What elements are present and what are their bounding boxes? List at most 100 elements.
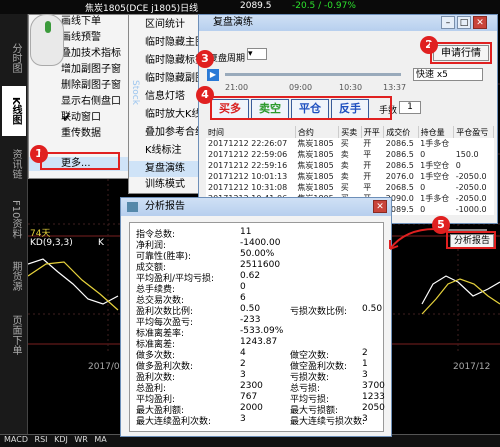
col-time: 时间	[206, 126, 296, 138]
table-cell: 平	[363, 183, 372, 192]
report-highlight-box	[446, 231, 496, 249]
date-label-right: 2017/12	[453, 362, 491, 372]
col-pnl: 平仓盈亏	[453, 126, 494, 138]
tab-f10[interactable]: F10资料	[2, 192, 26, 246]
left-tab-bar: 分时图 K线图 资讯链 F10资料 期货源 页面下单	[0, 14, 28, 434]
table-cell: 1手空仓	[420, 172, 450, 181]
symbol-title: 焦炭1805(DCE j1805)日线	[85, 4, 199, 14]
menu-item-delete-subchart[interactable]: 删除副图子窗	[29, 79, 139, 93]
speed-select[interactable]: 快速 x5	[413, 68, 483, 81]
k-series-label: K	[98, 238, 104, 248]
report-value: 4	[240, 348, 246, 358]
report-value: 1243.87	[240, 337, 278, 347]
report-value: -233	[240, 315, 261, 325]
table-row[interactable]: 20171212 22:59:06 焦炭1805 卖 平 2086.5 0 150.0	[206, 149, 494, 160]
maximize-button[interactable]: □	[457, 16, 471, 29]
submenu-item-zoom-kline[interactable]: 临时放大K线	[129, 107, 207, 123]
menu-item-reload-data[interactable]: 重传数据	[29, 127, 139, 141]
report-value: 3	[362, 414, 368, 424]
progress-slider[interactable]	[225, 73, 401, 76]
table-row[interactable]: 20171212 22:59:16 焦炭1805 卖 开 2086.5 1手空仓 0	[206, 160, 494, 171]
col-contract: 合约	[295, 126, 340, 138]
table-cell: 20171212 10:01:13	[208, 172, 288, 181]
report-value: 6	[240, 293, 246, 303]
report-value: 0.50	[240, 304, 261, 314]
table-cell: 开	[363, 161, 372, 170]
analysis-report-window: 分析报告 ✕ 指令总数: 11 净利润: -1400.00 可靠性(胜率): 50.00%…	[120, 197, 392, 437]
submenu-item-training[interactable]: 训练模式	[129, 177, 207, 193]
report-value: 3	[240, 414, 246, 424]
table-cell: 150.0	[455, 150, 479, 159]
tab-intraday[interactable]: 分时图	[2, 32, 26, 84]
tab-kdj[interactable]: KDJ	[54, 435, 68, 444]
report-value: 3700	[362, 381, 385, 391]
table-cell: 0	[455, 161, 461, 170]
tab-macd[interactable]: MACD	[4, 435, 28, 444]
table-header: 时间 合约 买卖 开平 成交价 持仓量 平仓盈亏	[206, 126, 494, 138]
report-value: 767	[240, 392, 258, 402]
table-cell: 买	[340, 183, 349, 192]
report-value: 11	[240, 227, 252, 237]
close-button[interactable]: ✕	[473, 16, 487, 29]
report-value: 2000	[240, 403, 263, 413]
table-cell: -2050.0	[455, 172, 487, 181]
report-value: 1	[362, 359, 368, 369]
price-change: -20.5 / -0.97%	[292, 1, 356, 11]
play-icon[interactable]: ▶	[207, 69, 219, 81]
minimize-button[interactable]: –	[441, 16, 455, 29]
report-body: 指令总数: 11 净利润: -1400.00 可靠性(胜率): 50.00% 成交额: 251…	[129, 222, 385, 432]
table-cell: 2086.5	[385, 161, 414, 170]
trading-app: 焦炭1805(DCE j1805)日线 2089.5 -20.5 / -0.97…	[0, 0, 500, 447]
table-row[interactable]: 20171212 10:01:13 焦炭1805 卖 开 2076.0 1手空仓 -2050…	[206, 171, 494, 182]
tab-ma[interactable]: MA	[94, 435, 106, 444]
report-value: -533.09%	[240, 326, 284, 336]
table-cell: 焦炭1805	[297, 139, 334, 148]
report-close-button[interactable]: ✕	[373, 200, 387, 213]
report-title: 分析报告	[121, 198, 391, 216]
submenu-item-replay[interactable]: 复盘演练	[129, 161, 207, 177]
menu-item-show-orderbook[interactable]: 显示右侧盘口	[29, 95, 139, 109]
lots-input[interactable]: 1	[399, 101, 421, 114]
table-row[interactable]: 20171212 22:26:07 焦炭1805 买 开 2086.5 1手多仓	[206, 138, 494, 149]
table-cell: 2086.5	[385, 139, 414, 148]
time-tick-4: 13:37	[383, 83, 407, 92]
tab-page-order[interactable]: 页面下单	[2, 306, 26, 364]
tab-futures-source[interactable]: 期货源	[2, 250, 26, 302]
report-label: 最大连续盈利次数:	[136, 417, 212, 427]
mouse-icon	[30, 14, 64, 66]
tab-rsi[interactable]: RSI	[35, 435, 48, 444]
report-value: 0	[240, 282, 246, 292]
report-value: 2050	[362, 403, 385, 413]
cycle-select[interactable]: ▾	[247, 48, 267, 60]
time-tick-3: 10:30	[339, 83, 363, 92]
table-cell: 2068.5	[385, 183, 414, 192]
table-cell: 2086.5	[385, 150, 414, 159]
table-cell: 20171212 22:59:16	[208, 161, 288, 170]
submenu-item-range-stats[interactable]: 区间统计	[129, 17, 207, 33]
tab-wr[interactable]: WR	[74, 435, 87, 444]
tab-kline[interactable]: K线图	[2, 86, 26, 136]
submenu-item-hide-main[interactable]: 临时隐藏主图	[129, 35, 207, 51]
cycle-label: 复盘周期	[209, 54, 246, 64]
table-cell: 0	[420, 183, 426, 192]
step-marker-4: 4	[196, 86, 214, 104]
submenu-item-kline-annotate[interactable]: K线标注	[129, 143, 207, 159]
table-cell: 2076.0	[385, 172, 414, 181]
report-window-icon	[127, 202, 138, 212]
request-highlight-box	[430, 42, 492, 64]
submenu-item-overlay-ref[interactable]: 叠加参考合约	[129, 125, 207, 141]
report-value: 3	[362, 370, 368, 380]
report-value: 2	[240, 359, 246, 369]
table-row[interactable]: 20171212 10:31:08 焦炭1805 买 平 2068.5 0 -2050.0	[206, 182, 494, 193]
report-value: -1400.00	[240, 238, 281, 248]
step-marker-3: 3	[196, 50, 214, 68]
table-cell: 焦炭1805	[297, 183, 334, 192]
tab-news[interactable]: 资讯链	[2, 138, 26, 190]
submenu-item-hide-subchart[interactable]: 临时隐藏副图	[129, 71, 207, 87]
table-cell: 卖	[340, 161, 349, 170]
menu-item-link-window[interactable]: 联动窗口	[29, 111, 139, 125]
table-cell: 焦炭1805	[297, 150, 334, 159]
table-cell: 焦炭1805	[297, 172, 334, 181]
table-cell: 20171212 10:31:08	[208, 183, 288, 192]
col-open-close: 开平	[361, 126, 385, 138]
